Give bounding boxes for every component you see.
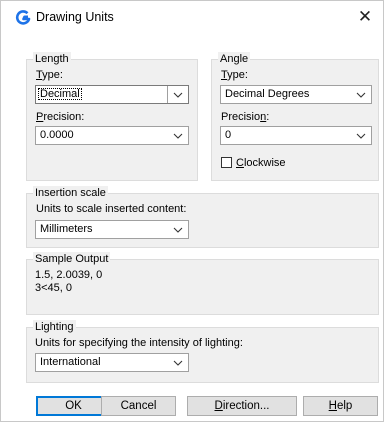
length-precision-select[interactable]: 0.0000 [35, 126, 189, 145]
sample-output-line-1: 1.5, 2.0039, 0 [35, 269, 103, 281]
angle-precision-value: 0 [225, 129, 232, 141]
cancel-button[interactable]: Cancel [101, 396, 176, 416]
angle-type-value: Decimal Degrees [225, 88, 310, 100]
length-type-value: Decimal [38, 88, 82, 100]
angle-type-select[interactable]: Decimal Degrees [220, 85, 372, 104]
lighting-units-value: International [40, 356, 101, 368]
close-icon: ✕ [357, 7, 373, 26]
insertion-units-select[interactable]: Millimeters [35, 220, 189, 239]
length-legend: Length [33, 52, 71, 66]
angle-type-label: Type: [221, 69, 248, 81]
drawing-units-dialog: Drawing Units ✕ Length Type: Decimal Pre… [0, 0, 384, 422]
chevron-down-icon [168, 127, 188, 144]
lighting-group: Lighting Units for specifying the intens… [26, 320, 379, 383]
insertion-scale-legend: Insertion scale [33, 186, 108, 200]
lighting-units-select[interactable]: International [35, 353, 189, 372]
dialog-title: Drawing Units [36, 10, 114, 24]
direction-button[interactable]: Direction... [187, 396, 297, 416]
insertion-scale-label: Units to scale inserted content: [36, 203, 187, 215]
ok-button[interactable]: OK [36, 396, 111, 416]
length-group: Length Type: Decimal Precision: 0.0000 [26, 52, 198, 181]
chevron-down-icon [168, 354, 188, 371]
insertion-scale-group: Insertion scale Units to scale inserted … [26, 186, 379, 248]
chevron-down-icon [351, 86, 371, 103]
chevron-down-icon [351, 127, 371, 144]
chevron-down-icon [168, 221, 188, 238]
app-logo-icon [15, 10, 31, 26]
close-button[interactable]: ✕ [353, 6, 377, 28]
title-bar: Drawing Units ✕ [1, 1, 383, 34]
insertion-units-value: Millimeters [40, 223, 93, 235]
length-precision-value: 0.0000 [40, 129, 74, 141]
angle-legend: Angle [218, 52, 251, 66]
help-button[interactable]: Help [303, 396, 378, 416]
sample-output-group: Sample Output 1.5, 2.0039, 0 3<45, 0 [26, 252, 379, 315]
angle-group: Angle Type: Decimal Degrees Precision: 0… [211, 52, 379, 181]
lighting-legend: Lighting [33, 320, 76, 334]
chevron-down-icon [167, 86, 188, 103]
length-type-select[interactable]: Decimal [35, 85, 189, 104]
clockwise-label[interactable]: Clockwise [236, 157, 286, 170]
lighting-label: Units for specifying the intensity of li… [35, 337, 243, 349]
length-type-label: Type: [36, 69, 63, 81]
angle-precision-label: Precision: [221, 111, 270, 123]
sample-output-line-2: 3<45, 0 [35, 282, 73, 294]
clockwise-checkbox[interactable] [221, 157, 232, 168]
sample-output-legend: Sample Output [33, 252, 111, 266]
angle-precision-select[interactable]: 0 [220, 126, 372, 145]
length-precision-label: Precision: [36, 111, 85, 123]
